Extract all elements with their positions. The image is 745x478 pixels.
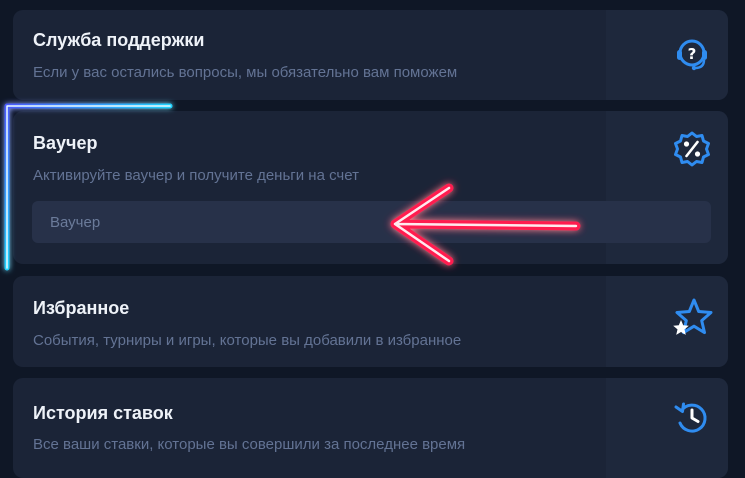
bet-history-subtitle: Все ваши ставки, которые вы совершили за… bbox=[33, 436, 466, 453]
percent-badge-icon bbox=[670, 128, 714, 172]
voucher-title: Ваучер bbox=[33, 133, 98, 153]
voucher-input[interactable] bbox=[32, 201, 711, 243]
svg-text:?: ? bbox=[688, 45, 697, 63]
support-subtitle: Если у вас остались вопросы, мы обязател… bbox=[33, 64, 458, 81]
bet-history-card[interactable]: История ставок Все ваши ставки, которые … bbox=[13, 378, 728, 478]
star-icon bbox=[670, 296, 714, 340]
voucher-subtitle: Активируйте ваучер и получите деньги на … bbox=[33, 167, 359, 184]
support-card[interactable]: Служба поддержки Если у вас остались воп… bbox=[13, 10, 728, 100]
history-clock-icon bbox=[670, 396, 714, 440]
support-title: Служба поддержки bbox=[33, 30, 205, 50]
favorites-card[interactable]: Избранное События, турниры и игры, котор… bbox=[13, 276, 728, 367]
bet-history-title: История ставок bbox=[33, 403, 173, 423]
headset-question-icon: ? bbox=[670, 32, 714, 76]
favorites-subtitle: События, турниры и игры, которые вы доба… bbox=[33, 332, 462, 349]
favorites-title: Избранное bbox=[33, 298, 130, 318]
voucher-card: Ваучер Активируйте ваучер и получите ден… bbox=[13, 111, 728, 264]
